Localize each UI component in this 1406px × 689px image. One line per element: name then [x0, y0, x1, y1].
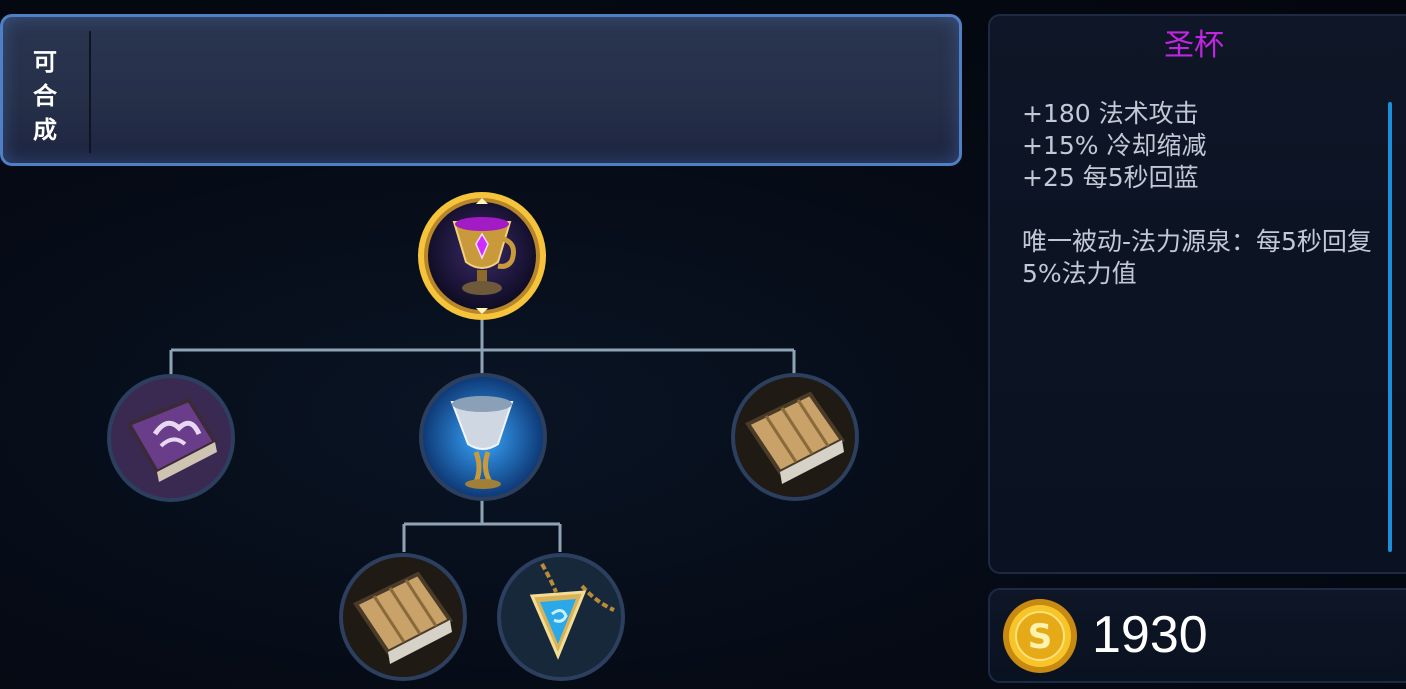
tree-grandchild-wooden-book[interactable] — [338, 552, 468, 682]
tree-connectors — [169, 318, 796, 552]
holy-grail-icon — [418, 192, 546, 320]
item-price: 1930 — [1092, 606, 1208, 664]
wooden-book-icon — [339, 553, 467, 681]
svg-text:S: S — [1028, 617, 1053, 657]
item-stats: +180 法术攻击 +15% 冷却缩减 +25 每5秒回蓝 唯一被动-法力源泉：… — [1022, 98, 1392, 290]
tree-child-wooden-book[interactable] — [730, 372, 860, 502]
wooden-book-icon — [731, 373, 859, 501]
description-scrollbar[interactable] — [1388, 102, 1392, 552]
tree-root-holy-grail[interactable] — [414, 188, 550, 324]
stat-magic-attack: +180 法术攻击 — [1022, 99, 1199, 128]
passive-description: 唯一被动-法力源泉：每5秒回复5%法力值 — [1022, 227, 1372, 288]
tree-child-blue-goblet[interactable] — [418, 372, 548, 502]
blue-pendant-icon — [497, 553, 625, 681]
recipe-tree — [0, 0, 980, 689]
item-name: 圣杯 — [1164, 28, 1224, 63]
gold-coin-icon: S — [1003, 599, 1077, 673]
tree-child-arcane-book[interactable] — [105, 372, 237, 504]
item-info-panel: 圣杯 +180 法术攻击 +15% 冷却缩减 +25 每5秒回蓝 唯一被动-法力… — [988, 14, 1406, 574]
price-panel: S 1930 — [988, 588, 1406, 683]
arcane-book-icon — [107, 374, 235, 502]
tree-grandchild-blue-pendant[interactable] — [496, 552, 626, 682]
blue-goblet-icon — [419, 373, 547, 501]
stat-mana-regen: +25 每5秒回蓝 — [1022, 163, 1199, 192]
stat-cooldown-reduction: +15% 冷却缩减 — [1022, 131, 1207, 160]
